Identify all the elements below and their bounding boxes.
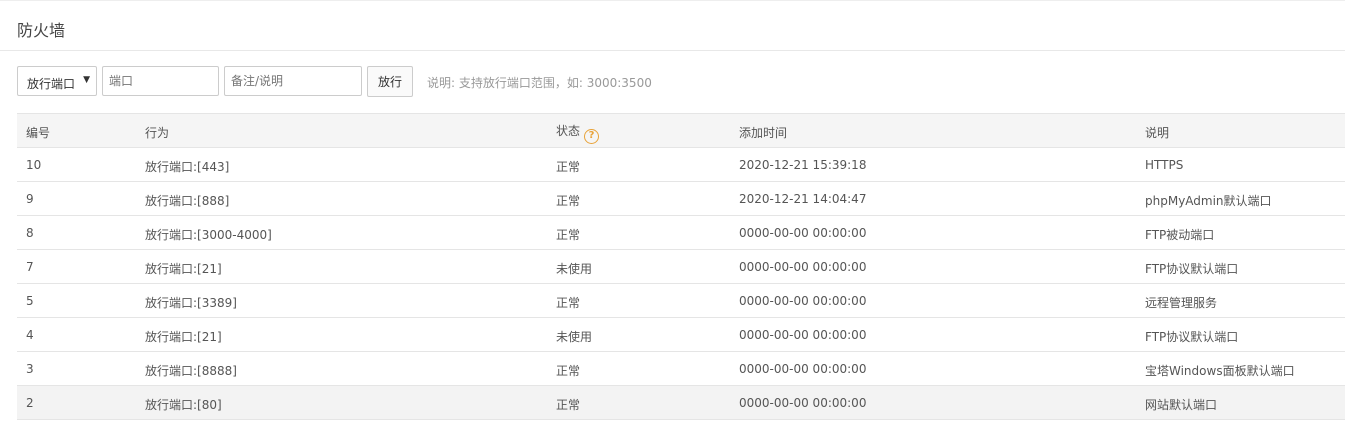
row-id: 3 xyxy=(26,362,34,376)
row-status: 正常 xyxy=(556,296,581,310)
row-status: 正常 xyxy=(556,194,581,208)
row-action: 放行端口:[3389] xyxy=(145,296,237,310)
note-input[interactable] xyxy=(224,66,362,96)
row-action: 放行端口:[3000-4000] xyxy=(145,228,272,242)
row-time: 2020-12-21 14:04:47 xyxy=(739,192,867,206)
row-action: 放行端口:[21] xyxy=(145,262,222,276)
row-id: 7 xyxy=(26,260,34,274)
row-id: 4 xyxy=(26,328,34,342)
table-row: 10 放行端口:[443] 正常 2020-12-21 15:39:18 HTT… xyxy=(17,148,1345,182)
row-note: 网站默认端口 xyxy=(1145,398,1218,412)
column-header-id: 编号 xyxy=(26,126,51,140)
column-header-time: 添加时间 xyxy=(739,126,788,140)
row-note: phpMyAdmin默认端口 xyxy=(1145,194,1272,208)
table-row: 3 放行端口:[8888] 正常 0000-00-00 00:00:00 宝塔W… xyxy=(17,352,1345,386)
row-time: 2020-12-21 15:39:18 xyxy=(739,158,867,172)
table-row: 8 放行端口:[3000-4000] 正常 0000-00-00 00:00:0… xyxy=(17,216,1345,250)
firewall-rules-table: 编号 行为 状态? 添加时间 说明 10 放行端口:[443] 正常 2020-… xyxy=(17,113,1345,420)
row-note: FTP协议默认端口 xyxy=(1145,262,1239,276)
table-row: 7 放行端口:[21] 未使用 0000-00-00 00:00:00 FTP协… xyxy=(17,250,1345,284)
row-id: 2 xyxy=(26,396,34,410)
row-action: 放行端口:[80] xyxy=(145,398,222,412)
rule-type-select-value: 放行端口 xyxy=(27,77,76,91)
row-action: 放行端口:[443] xyxy=(145,160,230,174)
row-status: 正常 xyxy=(556,364,581,378)
column-header-status: 状态? xyxy=(556,122,600,144)
row-action: 放行端口:[8888] xyxy=(145,364,237,378)
table-header-row: 编号 行为 状态? 添加时间 说明 xyxy=(17,114,1345,148)
row-time: 0000-00-00 00:00:00 xyxy=(739,362,867,376)
row-time: 0000-00-00 00:00:00 xyxy=(739,226,867,240)
caret-down-icon: ▼ xyxy=(83,75,90,85)
row-id: 9 xyxy=(26,192,34,206)
panel-header: 防火墙 xyxy=(0,0,1345,51)
table-row: 2 放行端口:[80] 正常 0000-00-00 00:00:00 网站默认端… xyxy=(17,386,1345,420)
row-status: 未使用 xyxy=(556,262,593,276)
row-time: 0000-00-00 00:00:00 xyxy=(739,294,867,308)
allow-port-button[interactable]: 放行 xyxy=(367,66,413,97)
row-time: 0000-00-00 00:00:00 xyxy=(739,260,867,274)
row-action: 放行端口:[888] xyxy=(145,194,230,208)
port-input[interactable] xyxy=(102,66,219,96)
row-note: FTP协议默认端口 xyxy=(1145,330,1239,344)
row-note: HTTPS xyxy=(1145,158,1184,172)
row-status: 未使用 xyxy=(556,330,593,344)
row-status: 正常 xyxy=(556,228,581,242)
row-time: 0000-00-00 00:00:00 xyxy=(739,396,867,410)
page-title: 防火墙 xyxy=(17,21,66,40)
column-header-status-label: 状态 xyxy=(556,124,581,138)
column-header-note: 说明 xyxy=(1145,126,1170,140)
table-row: 4 放行端口:[21] 未使用 0000-00-00 00:00:00 FTP协… xyxy=(17,318,1345,352)
firewall-toolbar: 放行端口 ▼ 放行 说明: 支持放行端口范围，如: 3000:3500 xyxy=(17,66,1337,97)
question-circle-icon[interactable]: ? xyxy=(584,129,600,144)
table-row: 9 放行端口:[888] 正常 2020-12-21 14:04:47 phpM… xyxy=(17,182,1345,216)
row-action: 放行端口:[21] xyxy=(145,330,222,344)
row-note: 宝塔Windows面板默认端口 xyxy=(1145,364,1295,378)
row-note: 远程管理服务 xyxy=(1145,296,1218,310)
row-status: 正常 xyxy=(556,160,581,174)
row-note: FTP被动端口 xyxy=(1145,228,1215,242)
row-time: 0000-00-00 00:00:00 xyxy=(739,328,867,342)
column-header-action: 行为 xyxy=(145,126,170,140)
rule-type-select[interactable]: 放行端口 ▼ xyxy=(17,66,97,96)
table-row: 5 放行端口:[3389] 正常 0000-00-00 00:00:00 远程管… xyxy=(17,284,1345,318)
toolbar-hint: 说明: 支持放行端口范围，如: 3000:3500 xyxy=(427,76,652,90)
row-status: 正常 xyxy=(556,398,581,412)
row-id: 5 xyxy=(26,294,34,308)
row-id: 10 xyxy=(26,158,42,172)
row-id: 8 xyxy=(26,226,34,240)
